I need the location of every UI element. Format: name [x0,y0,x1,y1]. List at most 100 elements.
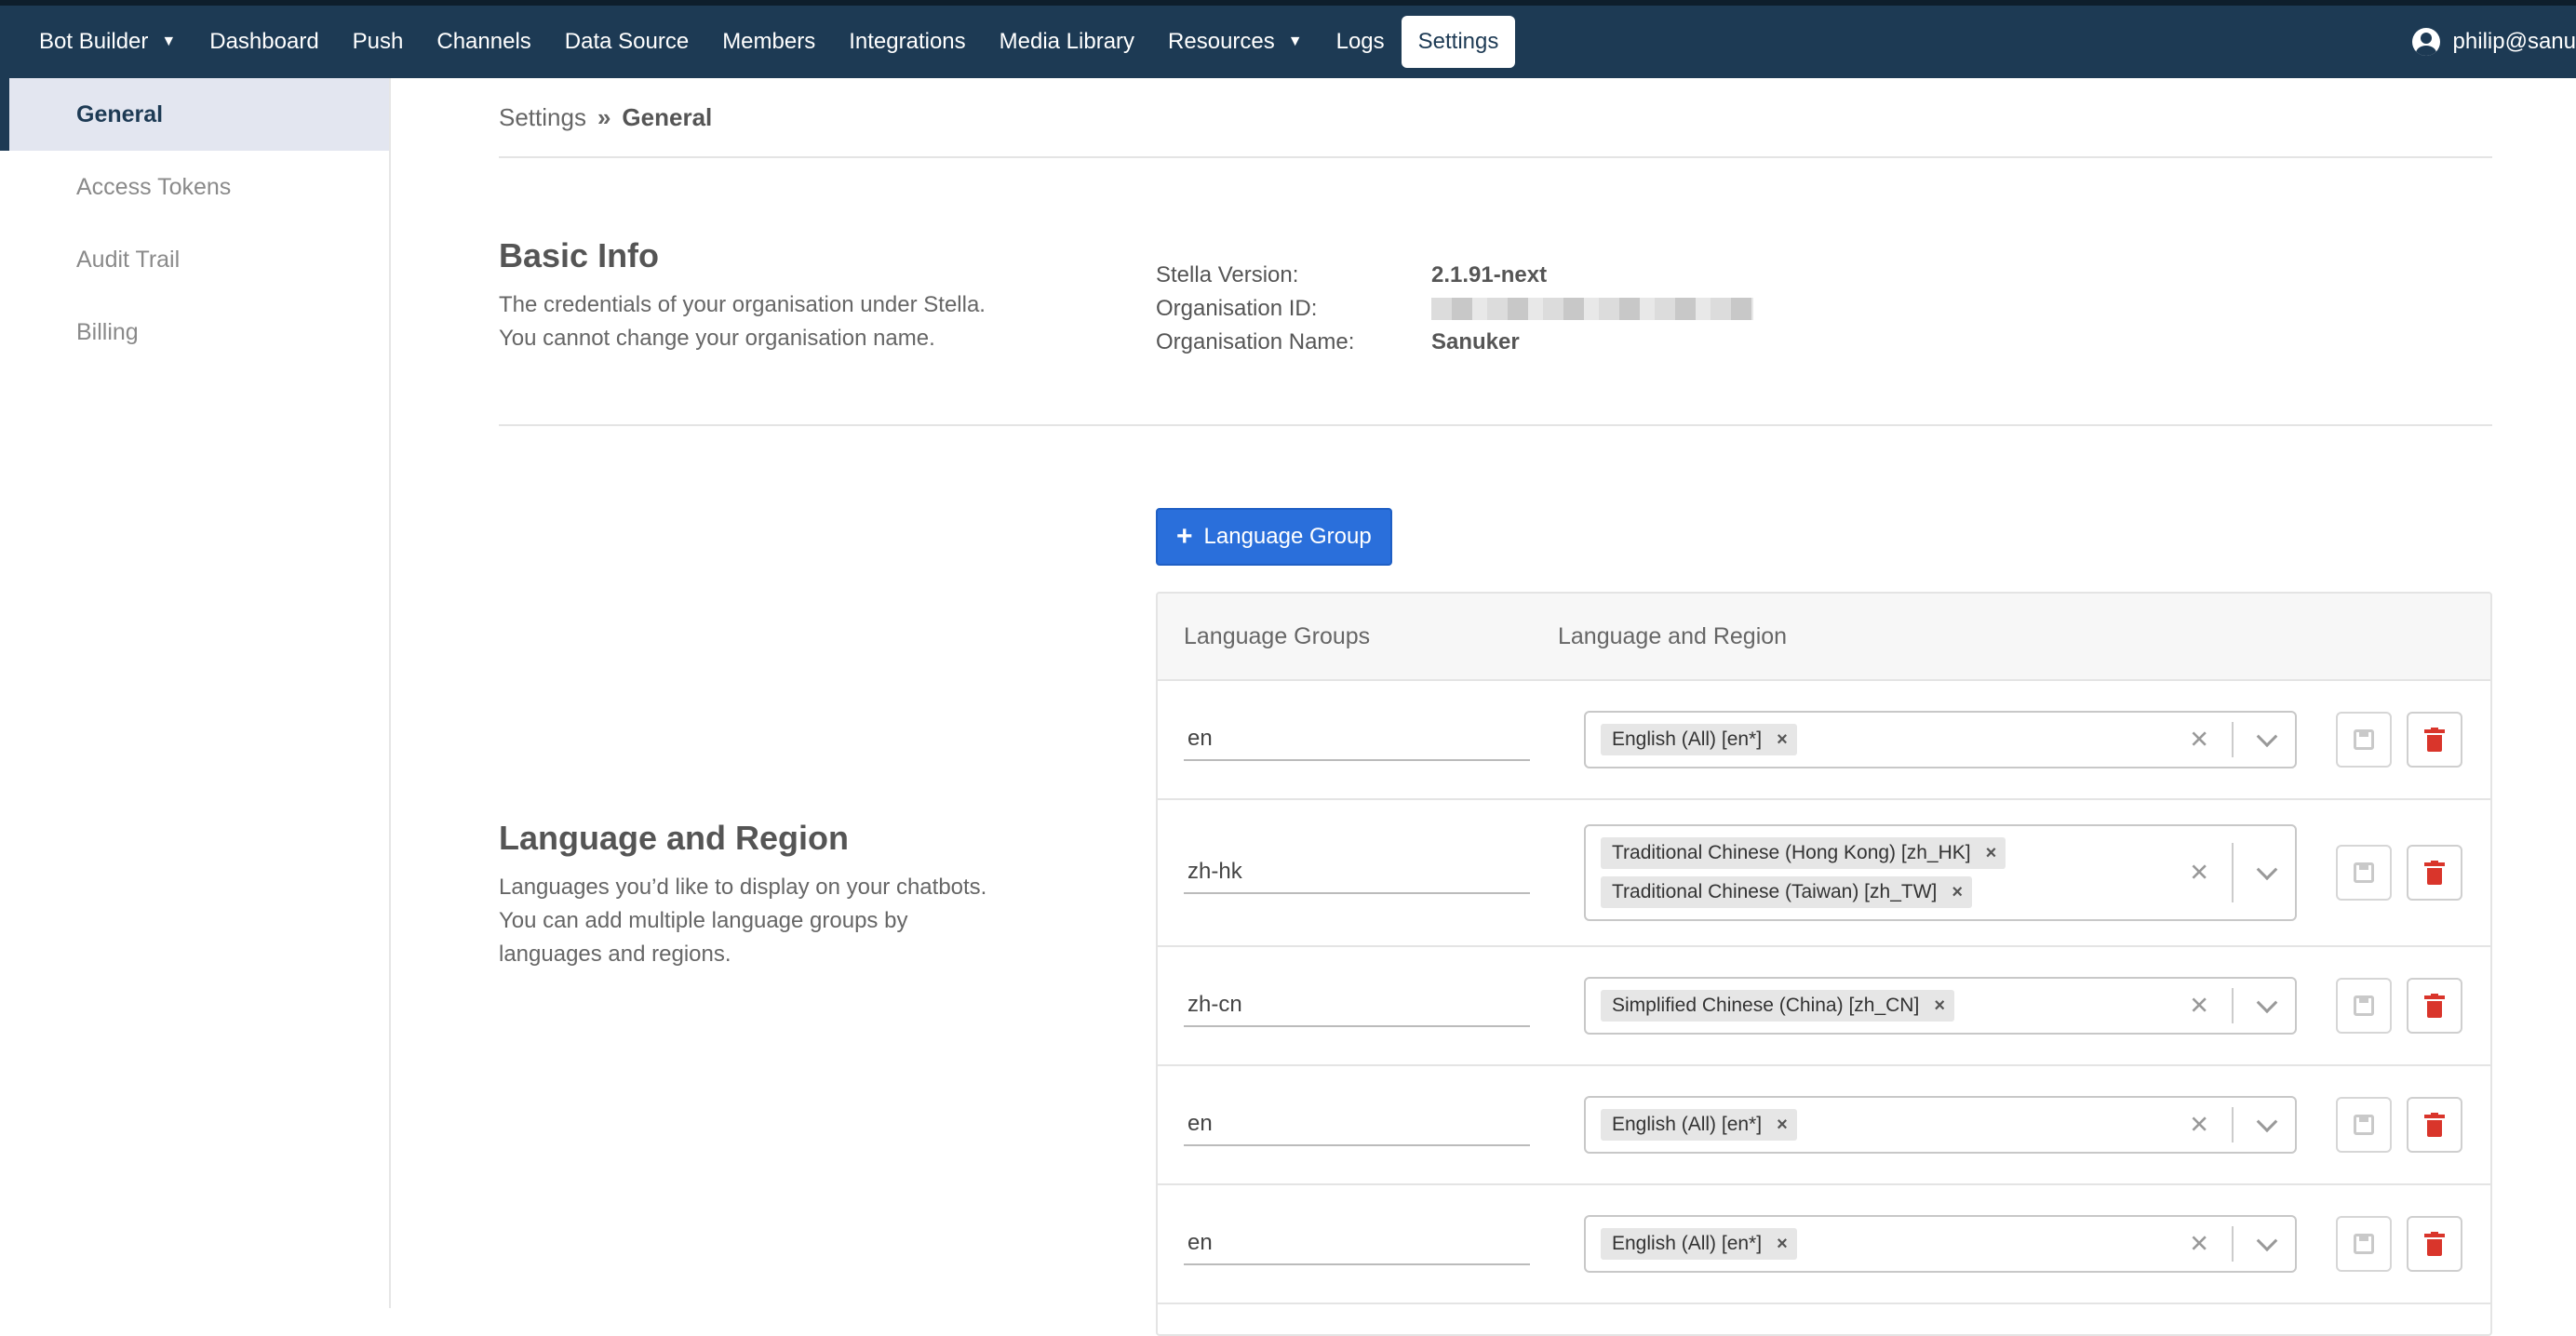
nav-item-push[interactable]: Push [336,16,421,68]
delete-button[interactable] [2407,1216,2462,1272]
save-button[interactable] [2336,712,2392,768]
caret-down-icon: ▼ [161,33,177,49]
user-menu[interactable]: philip@sanu [2411,6,2576,78]
caret-down-icon: ▼ [1287,33,1303,49]
nav-item-label: Data Source [564,29,690,54]
region-chip-label: English (All) [en*] [1612,728,1763,750]
delete-button[interactable] [2407,978,2462,1034]
nav-item-resources[interactable]: Resources ▼ [1151,16,1320,68]
save-icon [2354,1115,2374,1135]
chip-remove-icon[interactable]: × [1919,995,1954,1017]
col-language-groups: Language Groups [1184,622,1371,649]
table-row: Simplified Chinese (China) [zh_CN]× ✕ [1158,947,2490,1066]
chip-remove-icon[interactable]: × [1971,843,2006,864]
delete-button[interactable] [2407,712,2462,768]
chip-remove-icon[interactable]: × [1762,1234,1797,1255]
language-region-select[interactable]: Traditional Chinese (Hong Kong) [zh_HK] ×… [1584,824,2297,921]
table-row: English (All) [en*]× ✕ [1158,1185,2490,1304]
trash-icon [2424,861,2445,885]
add-language-group-label: Language Group [1203,524,1372,549]
nav-menu: Bot Builder ▼ Dashboard Push Channels Data So… [22,16,1516,68]
language-group-input[interactable] [1184,1103,1530,1146]
org-info: Stella Version: 2.1.91-next Organisation… [1156,259,1753,359]
sidebar-item-audit-trail[interactable]: Audit Trail [0,223,389,296]
language-groups-table: Language Groups Language and Region Engl… [1156,592,2492,1336]
save-button[interactable] [2336,845,2392,901]
trash-icon [2424,728,2445,752]
language-group-input[interactable] [1184,851,1530,894]
version-row: Stella Version: 2.1.91-next [1156,259,1753,292]
language-group-input[interactable] [1184,1222,1530,1265]
language-title: Language and Region [499,819,850,857]
org-name-label: Organisation Name: [1156,329,1355,354]
language-desc-line: You can add multiple language groups by [499,908,908,933]
language-description: Languages you’d like to display on your … [499,871,1057,971]
region-chip-label: Traditional Chinese (Hong Kong) [zh_HK] [1612,842,1971,863]
breadcrumb-root[interactable]: Settings [499,103,586,132]
sidebar-item-billing[interactable]: Billing [0,296,389,368]
region-chip: English (All) [en*] × [1601,724,1797,755]
save-button[interactable] [2336,1097,2392,1153]
sidebar-item-access-tokens[interactable]: Access Tokens [0,151,389,223]
language-desc-line: Languages you’d like to display on your … [499,875,987,900]
region-chip: Simplified Chinese (China) [zh_CN] × [1601,990,1954,1022]
language-region-select[interactable]: English (All) [en*] × ✕ [1584,711,2297,768]
nav-item-settings[interactable]: Settings [1401,16,1516,68]
region-chip-label: English (All) [en*] [1612,1114,1763,1135]
delete-button[interactable] [2407,1097,2462,1153]
chip-remove-icon[interactable]: × [1762,1115,1797,1136]
language-region-select[interactable]: English (All) [en*] × ✕ [1584,1215,2297,1273]
basic-info-desc-line: You cannot change your organisation name… [499,326,935,351]
nav-item-dashboard[interactable]: Dashboard [193,16,335,68]
chip-remove-icon[interactable]: × [1762,729,1797,751]
region-chip: English (All) [en*] × [1601,1228,1797,1260]
clear-icon[interactable]: ✕ [2189,726,2209,755]
chip-remove-icon[interactable]: × [1937,882,1972,903]
trash-icon [2424,1232,2445,1256]
nav-item-members[interactable]: Members [705,16,832,68]
clear-icon[interactable]: ✕ [2189,1230,2209,1259]
nav-item-channels[interactable]: Channels [420,16,547,68]
language-group-input[interactable] [1184,718,1530,761]
nav-item-label: Members [722,29,816,54]
nav-item-data-source[interactable]: Data Source [548,16,705,68]
save-button[interactable] [2336,978,2392,1034]
clear-icon[interactable]: ✕ [2189,859,2209,888]
nav-item-label: Resources [1168,29,1275,54]
nav-item-label: Push [352,29,404,54]
chip-line: Simplified Chinese (China) [zh_CN] × [1601,986,2183,1025]
language-region-select[interactable]: Simplified Chinese (China) [zh_CN] × ✕ [1584,977,2297,1035]
language-region-select[interactable]: English (All) [en*] × ✕ [1584,1096,2297,1154]
plus-icon: + [1176,521,1193,552]
org-name-row: Organisation Name: Sanuker [1156,326,1753,359]
clear-icon[interactable]: ✕ [2189,992,2209,1021]
nav-item-bot-builder[interactable]: Bot Builder ▼ [22,16,193,68]
save-icon [2354,995,2374,1016]
nav-item-label: Bot Builder [39,29,149,54]
nav-item-logs[interactable]: Logs [1320,16,1402,68]
nav-item-label: Media Library [999,29,1135,54]
delete-button[interactable] [2407,845,2462,901]
basic-info-title: Basic Info [499,236,660,274]
sidebar-item-general[interactable]: General [0,78,389,151]
table-body: English (All) [en*]×✕Traditional Chinese… [1158,681,2490,1304]
language-section-info: Language and Region Languages you’d like… [499,819,1057,971]
select-separator [2232,722,2234,757]
select-separator [2232,988,2234,1023]
select-separator [2232,1226,2234,1262]
language-group-input[interactable] [1184,984,1530,1027]
clear-icon[interactable]: ✕ [2189,1111,2209,1140]
top-nav: Bot Builder ▼ Dashboard Push Channels Data So… [0,0,2576,78]
region-chip-label: Simplified Chinese (China) [zh_CN] [1612,995,1920,1016]
region-chip: Traditional Chinese (Hong Kong) [zh_HK] × [1601,837,2006,869]
section-divider [499,424,2492,426]
nav-item-media-library[interactable]: Media Library [983,16,1151,68]
save-button[interactable] [2336,1216,2392,1272]
basic-info-section: Basic Info The credentials of your organ… [499,236,1094,355]
add-language-group-button[interactable]: + Language Group [1156,508,1392,566]
region-chip: English (All) [en*] × [1601,1109,1797,1141]
chip-line: English (All) [en*] × [1601,1105,2183,1144]
nav-item-integrations[interactable]: Integrations [832,16,982,68]
region-chip-label: Traditional Chinese (Taiwan) [zh_TW] [1612,881,1938,902]
chip-line: Traditional Chinese (Hong Kong) [zh_HK] × [1601,834,2183,873]
